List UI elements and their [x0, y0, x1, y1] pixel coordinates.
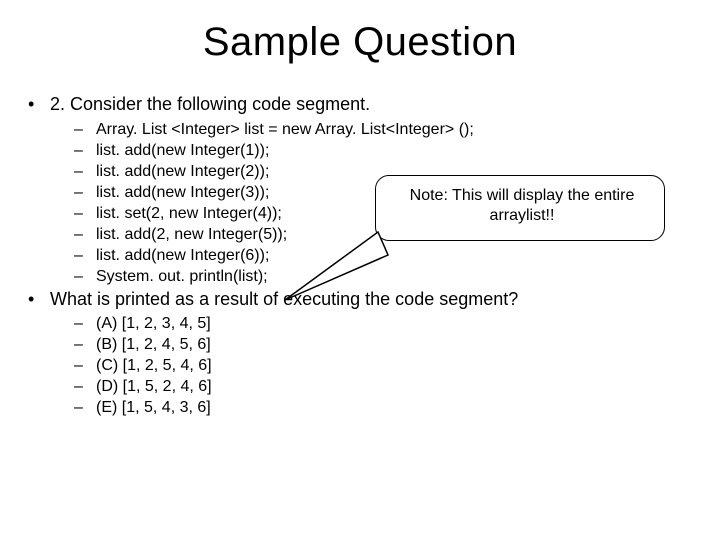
code-text: list. add(new Integer(2));	[96, 163, 269, 180]
code-text: list. add(new Integer(6));	[96, 247, 269, 264]
slide: Sample Question 2. Consider the followin…	[0, 20, 720, 540]
question-intro: 2. Consider the following code segment.	[28, 93, 700, 116]
code-text: list. add(new Integer(1));	[96, 142, 269, 159]
code-line: Array. List <Integer> list = new Array. …	[74, 120, 700, 140]
code-text: list. add(2, new Integer(5));	[96, 226, 287, 243]
answer-text: (E) [1, 5, 4, 3, 6]	[96, 399, 211, 416]
answer-option: (E) [1, 5, 4, 3, 6]	[74, 398, 700, 418]
code-line: System. out. println(list);	[74, 267, 700, 287]
answer-text: (C) [1, 2, 5, 4, 6]	[96, 357, 212, 374]
slide-content: 2. Consider the following code segment. …	[0, 93, 720, 418]
callout-bubble: Note: This will display the entire array…	[375, 175, 665, 241]
code-line: list. add(new Integer(6));	[74, 246, 700, 266]
answers-list: (A) [1, 2, 3, 4, 5] (B) [1, 2, 4, 5, 6] …	[74, 314, 700, 418]
question-prompt: What is printed as a result of executing…	[28, 288, 700, 311]
answer-text: (A) [1, 2, 3, 4, 5]	[96, 315, 211, 332]
question-prompt-text: What is printed as a result of executing…	[50, 289, 518, 309]
slide-title: Sample Question	[0, 20, 720, 65]
answer-option: (B) [1, 2, 4, 5, 6]	[74, 335, 700, 355]
code-text: list. set(2, new Integer(4));	[96, 205, 282, 222]
code-line: list. add(new Integer(1));	[74, 141, 700, 161]
callout-text: Note: This will display the entire array…	[410, 187, 635, 224]
answer-text: (D) [1, 5, 2, 4, 6]	[96, 378, 212, 395]
answer-text: (B) [1, 2, 4, 5, 6]	[96, 336, 211, 353]
code-text: list. add(new Integer(3));	[96, 184, 269, 201]
question-intro-text: 2. Consider the following code segment.	[50, 94, 370, 114]
code-text: Array. List <Integer> list = new Array. …	[96, 121, 474, 138]
answer-option: (D) [1, 5, 2, 4, 6]	[74, 377, 700, 397]
code-text: System. out. println(list);	[96, 268, 268, 285]
answer-option: (C) [1, 2, 5, 4, 6]	[74, 356, 700, 376]
answer-option: (A) [1, 2, 3, 4, 5]	[74, 314, 700, 334]
